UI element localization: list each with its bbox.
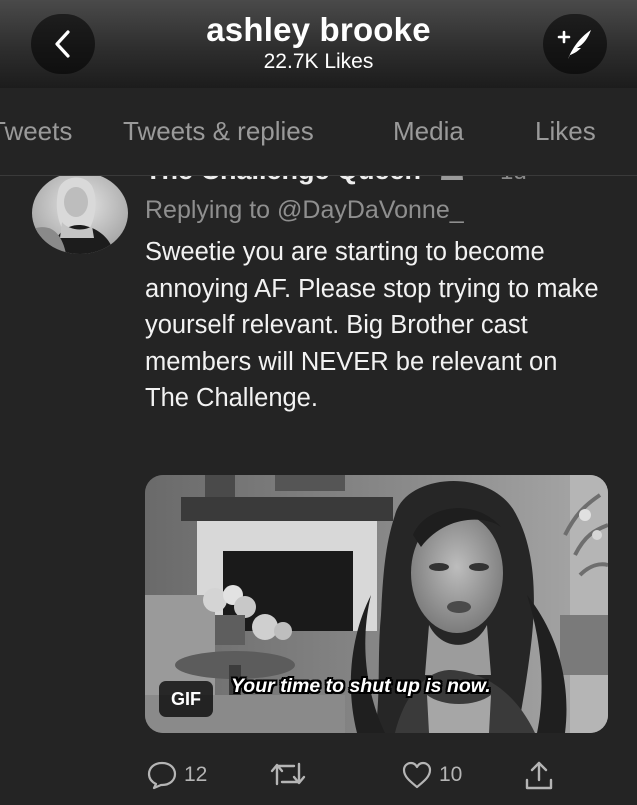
profile-header: ashley brooke 22.7K Likes — [0, 0, 637, 88]
tab-tweets[interactable]: Tweets — [0, 116, 72, 147]
reply-button[interactable]: 12 — [146, 760, 207, 790]
compose-button[interactable] — [543, 14, 607, 74]
gif-media[interactable]: GIF Your time to shut up is now. — [145, 475, 608, 733]
profile-name: ashley brooke — [206, 11, 431, 48]
share-button[interactable] — [524, 760, 554, 792]
tweet-text: Sweetie you are starting to become annoy… — [145, 238, 599, 412]
tab-media[interactable]: Media — [393, 116, 464, 147]
tab-likes[interactable]: Likes — [535, 116, 596, 147]
profile-tabs: Tweets Tweets & replies Media Likes — [0, 88, 637, 176]
reply-count: 12 — [184, 763, 208, 786]
like-count: 10 — [439, 763, 463, 786]
replying-to-text[interactable]: Replying to @DayDaVonne_ — [145, 196, 464, 225]
avatar[interactable] — [32, 172, 128, 254]
share-icon — [525, 761, 553, 790]
compose-tweet-icon — [557, 30, 591, 59]
gif-badge: GIF — [159, 681, 213, 717]
retweet-icon — [270, 762, 306, 786]
twitter-profile-likes-screen: ashley brooke 22.7K Likes Tweets Tweets … — [0, 0, 637, 805]
heart-icon — [402, 761, 432, 789]
reply-icon — [147, 761, 177, 790]
tab-tweets-and-replies[interactable]: Tweets & replies — [123, 116, 314, 147]
retweet-button[interactable] — [270, 760, 312, 788]
likes-count: 22.7K Likes — [263, 50, 374, 73]
like-button[interactable]: 10 — [401, 760, 462, 790]
gif-caption: Your time to shut up is now. — [231, 675, 491, 697]
